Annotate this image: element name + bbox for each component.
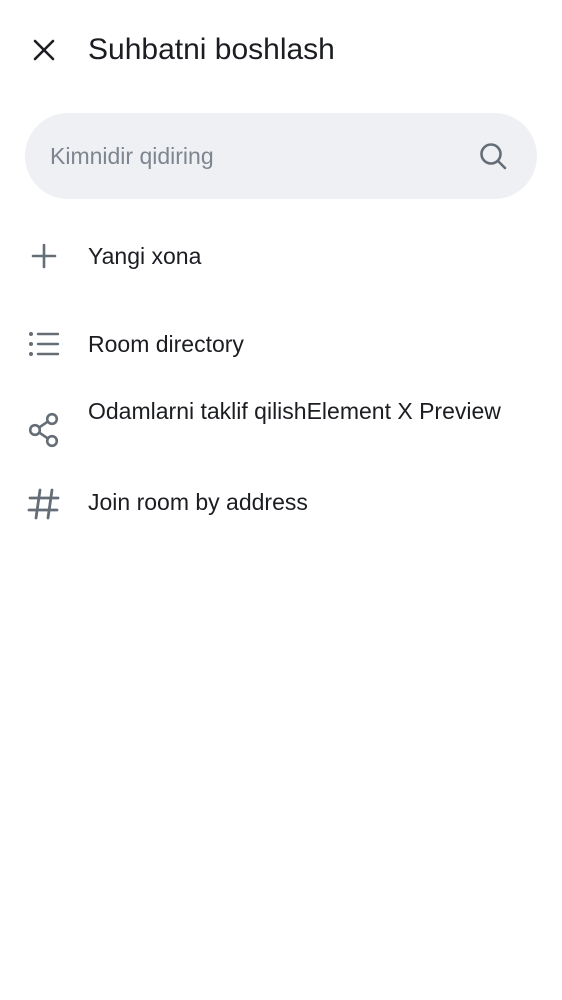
menu-item-label: Room directory [88, 331, 244, 357]
menu-item-new-room[interactable]: Yangi xona [0, 212, 562, 300]
search-bar[interactable] [25, 113, 537, 199]
top-app-bar: Suhbatni boshlash [0, 0, 562, 100]
menu-item-invite-people[interactable]: Odamlarni taklif qilishElement X Preview [0, 388, 562, 472]
menu-item-label: Odamlarni taklif qilishElement X Preview [88, 398, 501, 424]
search-icon[interactable] [477, 140, 509, 172]
hash-icon [26, 486, 62, 522]
menu-item-label: Yangi xona [88, 243, 202, 269]
plus-icon [26, 238, 62, 274]
share-icon [26, 412, 62, 448]
close-button[interactable] [20, 26, 68, 74]
page-title: Suhbatni boshlash [88, 33, 335, 66]
list-icon [26, 326, 62, 362]
menu-item-label: Join room by address [88, 489, 308, 515]
menu-item-join-by-address[interactable]: Join room by address [0, 472, 562, 560]
close-icon [32, 38, 56, 62]
search-input[interactable] [50, 113, 470, 199]
start-chat-menu: Yangi xona Room directory Odamlarni takl… [0, 212, 562, 560]
menu-item-room-directory[interactable]: Room directory [0, 300, 562, 388]
